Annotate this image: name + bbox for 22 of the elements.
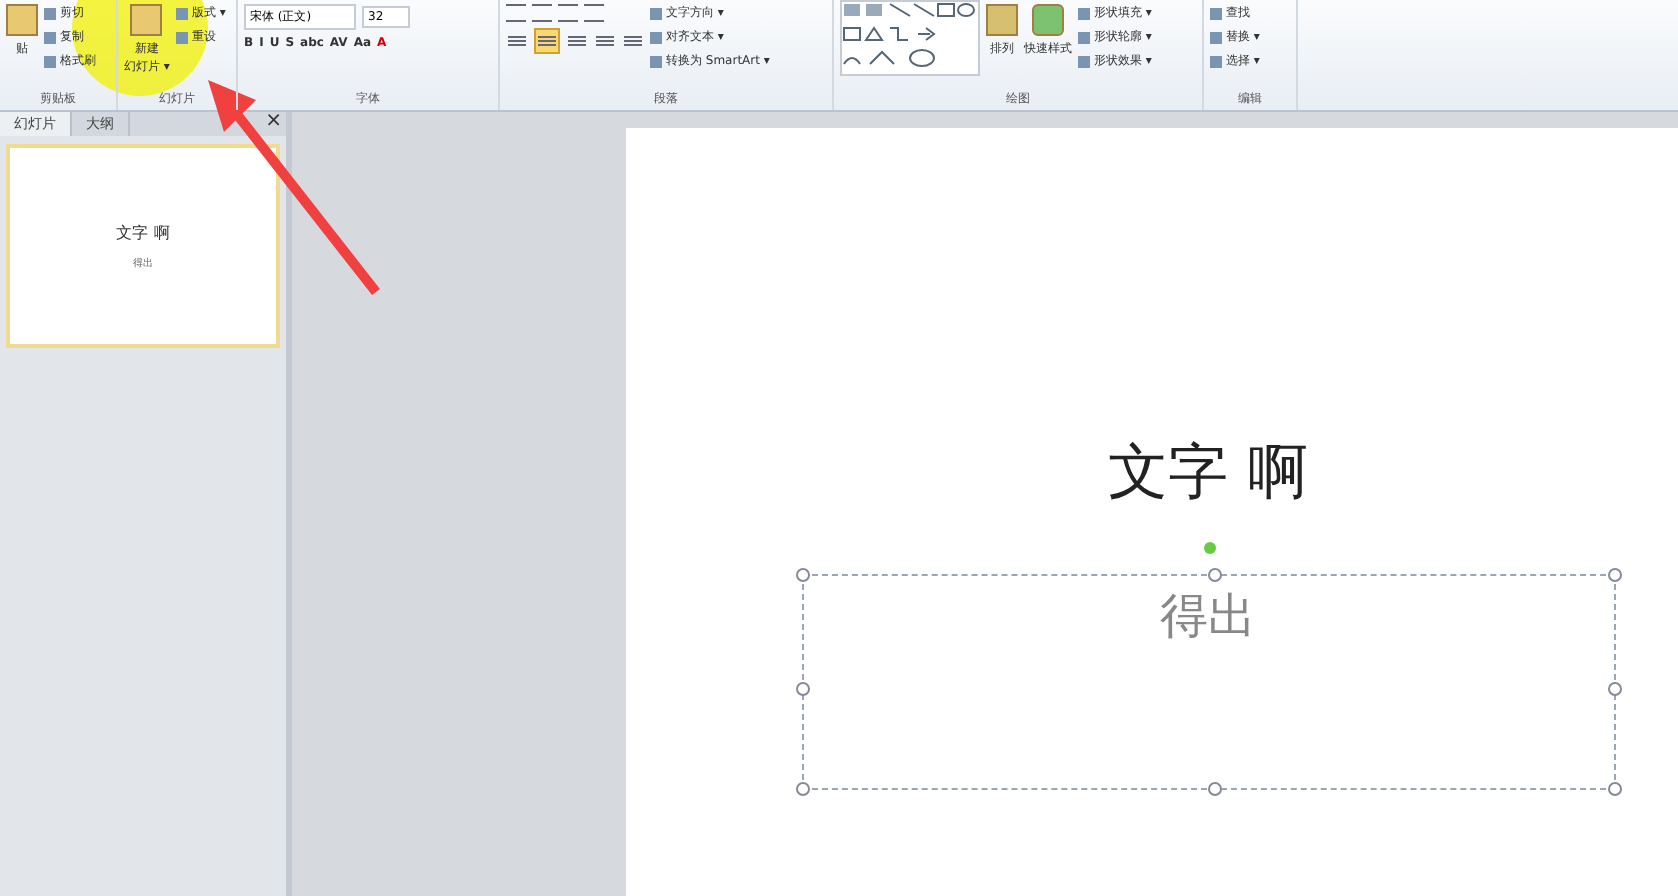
align-button[interactable] xyxy=(566,30,588,52)
slide-title[interactable]: 文字 啊 xyxy=(1108,432,1308,514)
style-icon xyxy=(1032,4,1064,36)
resize-handle[interactable] xyxy=(1607,782,1621,796)
align-button[interactable] xyxy=(622,30,644,52)
thumbnail-title: 文字 啊 xyxy=(116,222,170,244)
close-button[interactable]: × xyxy=(265,110,282,132)
new-slide-icon xyxy=(130,4,163,36)
rotation-handle[interactable] xyxy=(1204,542,1216,554)
resize-handle[interactable] xyxy=(1208,782,1222,796)
resize-handle[interactable] xyxy=(795,682,809,696)
align-button[interactable] xyxy=(506,30,528,52)
align-button[interactable] xyxy=(594,30,616,52)
shapes-gallery[interactable] xyxy=(840,0,980,76)
resize-handle[interactable] xyxy=(1607,568,1621,582)
align-button[interactable] xyxy=(534,28,560,54)
resize-handle[interactable] xyxy=(1208,568,1222,582)
resize-handle[interactable] xyxy=(795,568,809,582)
resize-handle[interactable] xyxy=(1607,682,1621,696)
paste-icon xyxy=(6,4,38,36)
resize-handle[interactable] xyxy=(795,782,809,796)
style-icon xyxy=(986,4,1018,36)
